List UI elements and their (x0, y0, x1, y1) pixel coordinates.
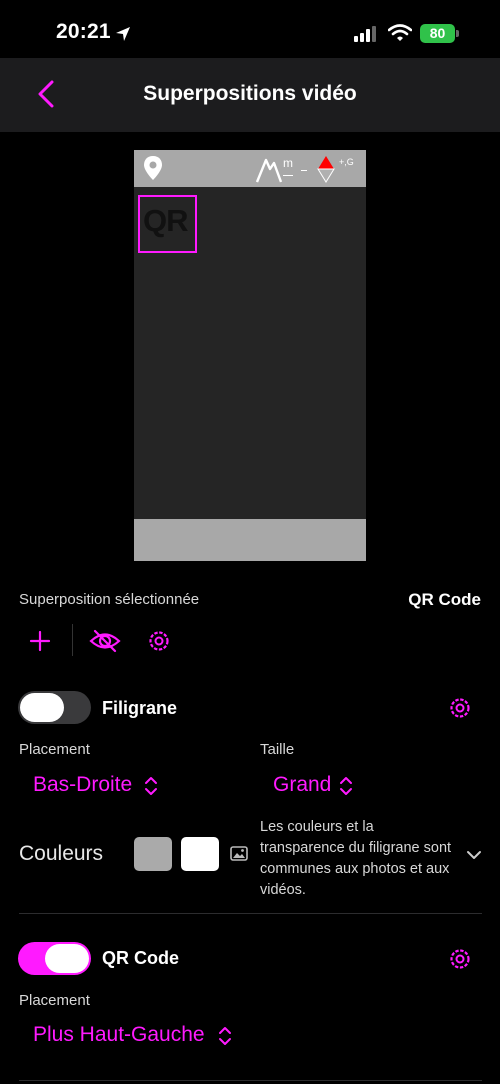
location-arrow-icon (116, 27, 130, 41)
battery-tip (456, 30, 459, 37)
updown-chevron-icon (145, 777, 157, 795)
compass-icon (317, 156, 335, 183)
eye-slash-icon[interactable] (89, 628, 121, 654)
speed-unit: +,G (339, 157, 354, 167)
chevron-down-icon[interactable] (466, 849, 482, 861)
watermark-toggle-knob (20, 693, 64, 722)
watermark-size-picker[interactable]: Grand (273, 773, 331, 797)
qrcode-placement-label: Placement (19, 992, 90, 1009)
updown-chevron-icon (340, 777, 352, 795)
watermark-settings-gear-icon[interactable] (448, 696, 472, 720)
watermark-size-label: Taille (260, 741, 295, 758)
color-swatch-secondary[interactable] (181, 837, 219, 871)
toolbar-divider (72, 624, 73, 656)
updown-chevron-icon (219, 1027, 231, 1045)
gear-icon[interactable] (147, 629, 171, 653)
qrcode-toggle-knob (45, 944, 89, 973)
page-title: Superpositions vidéo (143, 82, 357, 105)
signal-icon (354, 26, 376, 42)
color-swatch-primary[interactable] (134, 837, 172, 871)
image-icon[interactable] (230, 846, 248, 861)
bottom-divider (19, 1080, 482, 1081)
watermark-placement-picker[interactable]: Bas-Droite (33, 773, 132, 797)
watermark-title: Filigrane (102, 698, 178, 718)
qrcode-placement-value: Plus Haut-Gauche (33, 1023, 205, 1046)
preview-bottom-bar (134, 519, 366, 561)
selected-overlay-label: Superposition sélectionnée (19, 591, 200, 608)
battery-icon: 80 (420, 24, 455, 43)
status-time: 20:21 (56, 20, 111, 43)
altitude-unit: m (283, 156, 293, 170)
speed-dashes (301, 170, 307, 171)
watermark-note: Les couleurs et la transparence du filig… (260, 819, 452, 898)
qrcode-title: QR Code (102, 948, 180, 968)
qrcode-settings-gear-icon[interactable] (448, 947, 472, 971)
watermark-colors-label: Couleurs (19, 842, 104, 865)
pin-icon (144, 156, 162, 180)
watermark-placement-label: Placement (19, 741, 90, 758)
watermark-placement-value: Bas-Droite (33, 773, 133, 796)
mountain-icon (256, 158, 282, 183)
qr-overlay-label: QR (143, 203, 188, 238)
qrcode-placement-picker[interactable]: Plus Haut-Gauche (33, 1023, 205, 1047)
plus-icon[interactable] (29, 630, 51, 652)
watermark-size-value: Grand (273, 773, 332, 796)
section-divider (19, 913, 482, 914)
wifi-icon (388, 24, 412, 41)
altitude-dashes (283, 175, 293, 176)
selected-overlay-value: QR Code (408, 590, 481, 609)
